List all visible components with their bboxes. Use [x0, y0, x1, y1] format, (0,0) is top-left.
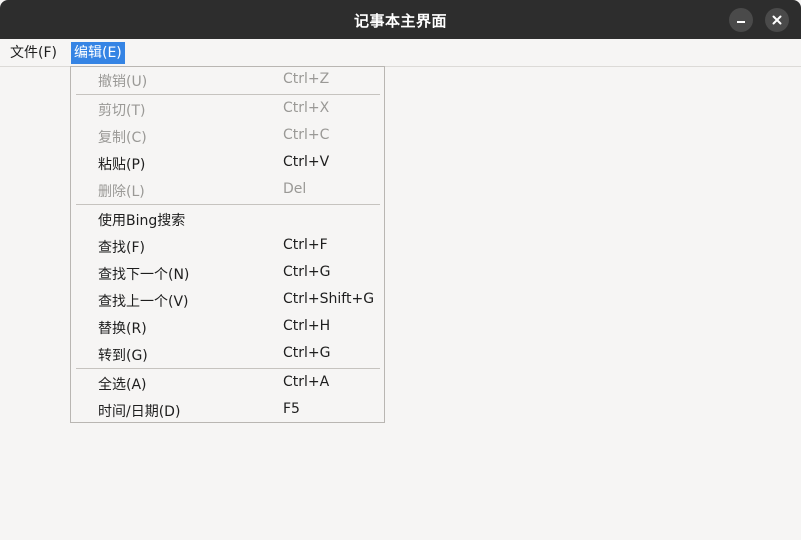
menu-item-label: 转到(G) — [98, 348, 148, 364]
menu-item-shortcut: Ctrl+F — [283, 237, 328, 253]
menu-item-delete[interactable]: 删除(L) Del — [71, 177, 384, 204]
menu-item-shortcut: Ctrl+A — [283, 374, 330, 390]
minimize-icon — [737, 21, 745, 23]
menu-item-shortcut: Ctrl+G — [283, 264, 331, 280]
close-icon — [772, 15, 782, 25]
menu-item-paste[interactable]: 粘贴(P) Ctrl+V — [71, 150, 384, 177]
menu-item-label: 剪切(T) — [98, 103, 146, 119]
menu-item-shortcut: Ctrl+H — [283, 318, 331, 334]
menu-bar: 文件(F) 编辑(E) — [0, 39, 801, 67]
close-button[interactable] — [765, 8, 789, 32]
edit-dropdown-menu: 撤销(U) Ctrl+Z 剪切(T) Ctrl+X 复制(C) Ctrl+C 粘… — [70, 66, 385, 423]
menu-item-goto[interactable]: 转到(G) Ctrl+G — [71, 341, 384, 368]
menu-item-undo[interactable]: 撤销(U) Ctrl+Z — [71, 67, 384, 94]
menu-item-find-previous[interactable]: 查找上一个(V) Ctrl+Shift+G — [71, 287, 384, 314]
menu-item-label: 时间/日期(D) — [98, 404, 181, 420]
window-title: 记事本主界面 — [353, 12, 447, 30]
menu-item-label: 使用Bing搜索 — [98, 213, 186, 229]
menu-item-label: 全选(A) — [98, 377, 147, 393]
menu-item-label: 撤销(U) — [98, 74, 148, 90]
menu-item-label: 查找上一个(V) — [98, 294, 189, 310]
menu-item-label: 查找(F) — [98, 240, 145, 256]
menu-item-shortcut: F5 — [283, 401, 300, 417]
menu-item-select-all[interactable]: 全选(A) Ctrl+A — [71, 370, 384, 397]
menu-file[interactable]: 文件(F) — [7, 42, 60, 64]
menu-item-shortcut: Ctrl+Shift+G — [283, 291, 375, 307]
menu-item-label: 粘贴(P) — [98, 157, 146, 173]
menu-item-label: 查找下一个(N) — [98, 267, 190, 283]
menu-item-cut[interactable]: 剪切(T) Ctrl+X — [71, 96, 384, 123]
menu-edit[interactable]: 编辑(E) — [71, 42, 125, 64]
menu-separator — [76, 204, 380, 205]
menu-item-shortcut: Del — [283, 181, 307, 197]
menu-item-label: 复制(C) — [98, 130, 147, 146]
menu-item-time-date[interactable]: 时间/日期(D) F5 — [71, 397, 384, 424]
menu-item-shortcut: Ctrl+V — [283, 154, 330, 170]
menu-item-shortcut: Ctrl+C — [283, 127, 330, 143]
menu-item-replace[interactable]: 替换(R) Ctrl+H — [71, 314, 384, 341]
menu-separator — [76, 94, 380, 95]
menu-item-copy[interactable]: 复制(C) Ctrl+C — [71, 123, 384, 150]
menu-item-shortcut: Ctrl+Z — [283, 71, 330, 87]
minimize-button[interactable] — [729, 8, 753, 32]
menu-item-label: 删除(L) — [98, 184, 145, 200]
title-bar: 记事本主界面 — [0, 0, 801, 39]
menu-item-shortcut: Ctrl+G — [283, 345, 331, 361]
menu-item-bing-search[interactable]: 使用Bing搜索 — [71, 206, 384, 233]
menu-item-find-next[interactable]: 查找下一个(N) Ctrl+G — [71, 260, 384, 287]
menu-item-shortcut: Ctrl+X — [283, 100, 330, 116]
menu-separator — [76, 368, 380, 369]
menu-item-find[interactable]: 查找(F) Ctrl+F — [71, 233, 384, 260]
menu-item-label: 替换(R) — [98, 321, 147, 337]
